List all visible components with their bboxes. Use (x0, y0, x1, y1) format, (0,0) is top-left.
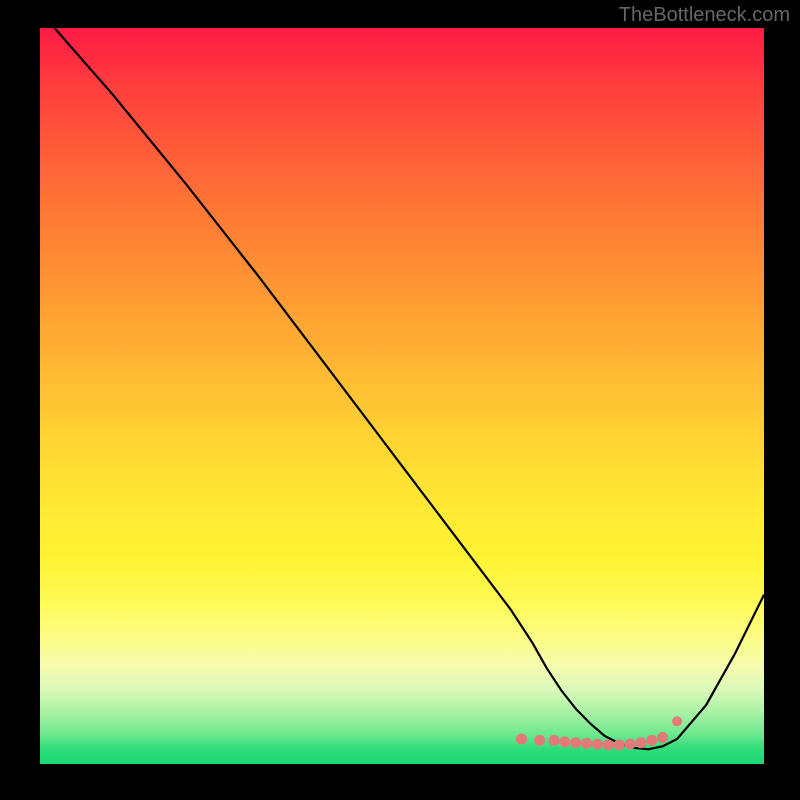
highlight-dot (603, 739, 614, 750)
highlight-dot (672, 716, 682, 726)
highlight-dot (625, 739, 636, 750)
watermark-text: TheBottleneck.com (619, 4, 790, 27)
highlight-dot (516, 734, 527, 745)
highlight-dot (646, 735, 657, 746)
highlight-dot (581, 738, 592, 749)
highlight-dot (559, 736, 570, 747)
highlight-dots-group (516, 716, 682, 750)
highlight-dot (614, 739, 625, 750)
chart-plot-area (40, 28, 764, 764)
highlight-dot (657, 732, 668, 743)
highlight-dot (534, 735, 545, 746)
highlight-dot (549, 735, 560, 746)
highlight-dot (570, 737, 581, 748)
highlight-dot (592, 739, 603, 750)
chart-svg (40, 28, 764, 764)
highlight-dot (635, 737, 646, 748)
chart-curve (55, 28, 765, 749)
